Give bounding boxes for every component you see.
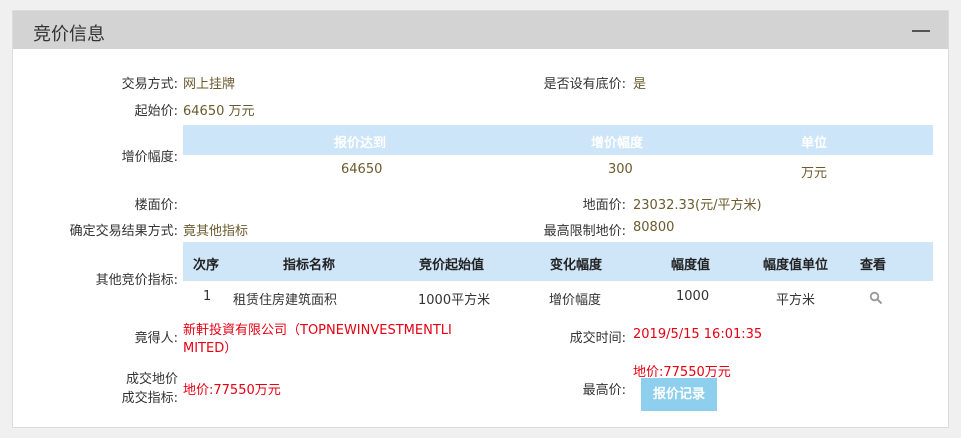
increment-row-unit: 万元	[801, 166, 828, 181]
winner-label: 竟得人:	[134, 331, 178, 346]
increment-table-header: 报价达到 增价幅度 单位	[183, 125, 933, 155]
indicator-row-amount: 1000	[676, 289, 710, 304]
increment-header-unit: 单位	[801, 136, 828, 151]
floor-price-label: 楼面价:	[134, 198, 178, 213]
indicator-row-unit: 平方米	[776, 293, 816, 308]
trade-method-value: 网上挂牌	[183, 77, 236, 92]
indicator-header-amount: 幅度值	[671, 258, 711, 273]
increment-header-reach: 报价达到	[334, 136, 387, 151]
land-price-value: 23032.33(元/平方米)	[633, 198, 762, 213]
max-limit-value: 80800	[633, 220, 675, 235]
deal-indicator-label-line2: 成交指标:	[121, 391, 178, 406]
panel-header: 竞价信息	[13, 11, 948, 49]
increment-label: 增价幅度:	[121, 150, 178, 165]
increment-row-reach: 64650	[341, 162, 383, 177]
start-price-label: 起始价:	[134, 104, 178, 119]
deal-indicator-value: 地价:77550万元	[183, 383, 281, 398]
bidding-info-panel: 竞价信息 交易方式: 网上挂牌 是否设有底价: 是 起始价: 64650 万元 …	[12, 10, 949, 428]
indicator-header-order: 次序	[193, 258, 220, 273]
increment-header-step: 增价幅度	[591, 136, 644, 151]
deal-indicator-label-line1: 成交地价	[125, 372, 178, 387]
indicator-row-name: 租赁住房建筑面积	[233, 293, 338, 308]
deal-time-value: 2019/5/15 16:01:35	[633, 327, 763, 342]
increment-row-step: 300	[608, 162, 633, 177]
result-method-value: 竟其他指标	[183, 224, 249, 239]
deal-time-label: 成交时间:	[569, 331, 626, 346]
indicator-row-order: 1	[203, 289, 212, 304]
result-method-label: 确定交易结果方式:	[69, 224, 178, 239]
indicator-header-change: 变化幅度	[550, 258, 603, 273]
collapse-icon[interactable]	[912, 30, 930, 32]
indicator-header-unit: 幅度值单位	[763, 258, 829, 273]
reserve-price-label: 是否设有底价:	[543, 77, 626, 92]
indicator-header-view: 查看	[860, 258, 887, 273]
bid-record-button[interactable]: 报价记录	[641, 378, 717, 411]
highest-price-label: 最高价:	[582, 383, 626, 398]
indicator-row-start: 1000平方米	[418, 293, 491, 308]
winner-value-line2: MITED）	[183, 341, 238, 356]
indicator-row-change: 增价幅度	[549, 293, 602, 308]
reserve-price-value: 是	[633, 77, 647, 92]
max-limit-label: 最高限制地价:	[543, 224, 626, 239]
winner-value-line1: 新軒投資有限公司（TOPNEWINVESTMENTLI	[183, 323, 452, 338]
trade-method-label: 交易方式:	[121, 77, 178, 92]
indicator-header-start: 竞价起始值	[419, 258, 485, 273]
search-icon[interactable]	[869, 291, 883, 305]
other-indicators-label: 其他竞价指标:	[95, 273, 178, 288]
land-price-label: 地面价:	[582, 198, 626, 213]
start-price-value: 64650 万元	[183, 104, 255, 119]
panel-title: 竞价信息	[33, 24, 105, 45]
indicator-table-header: 次序 指标名称 竞价起始值 变化幅度 幅度值 幅度值单位 查看	[183, 242, 933, 281]
indicator-header-name: 指标名称	[283, 258, 336, 273]
